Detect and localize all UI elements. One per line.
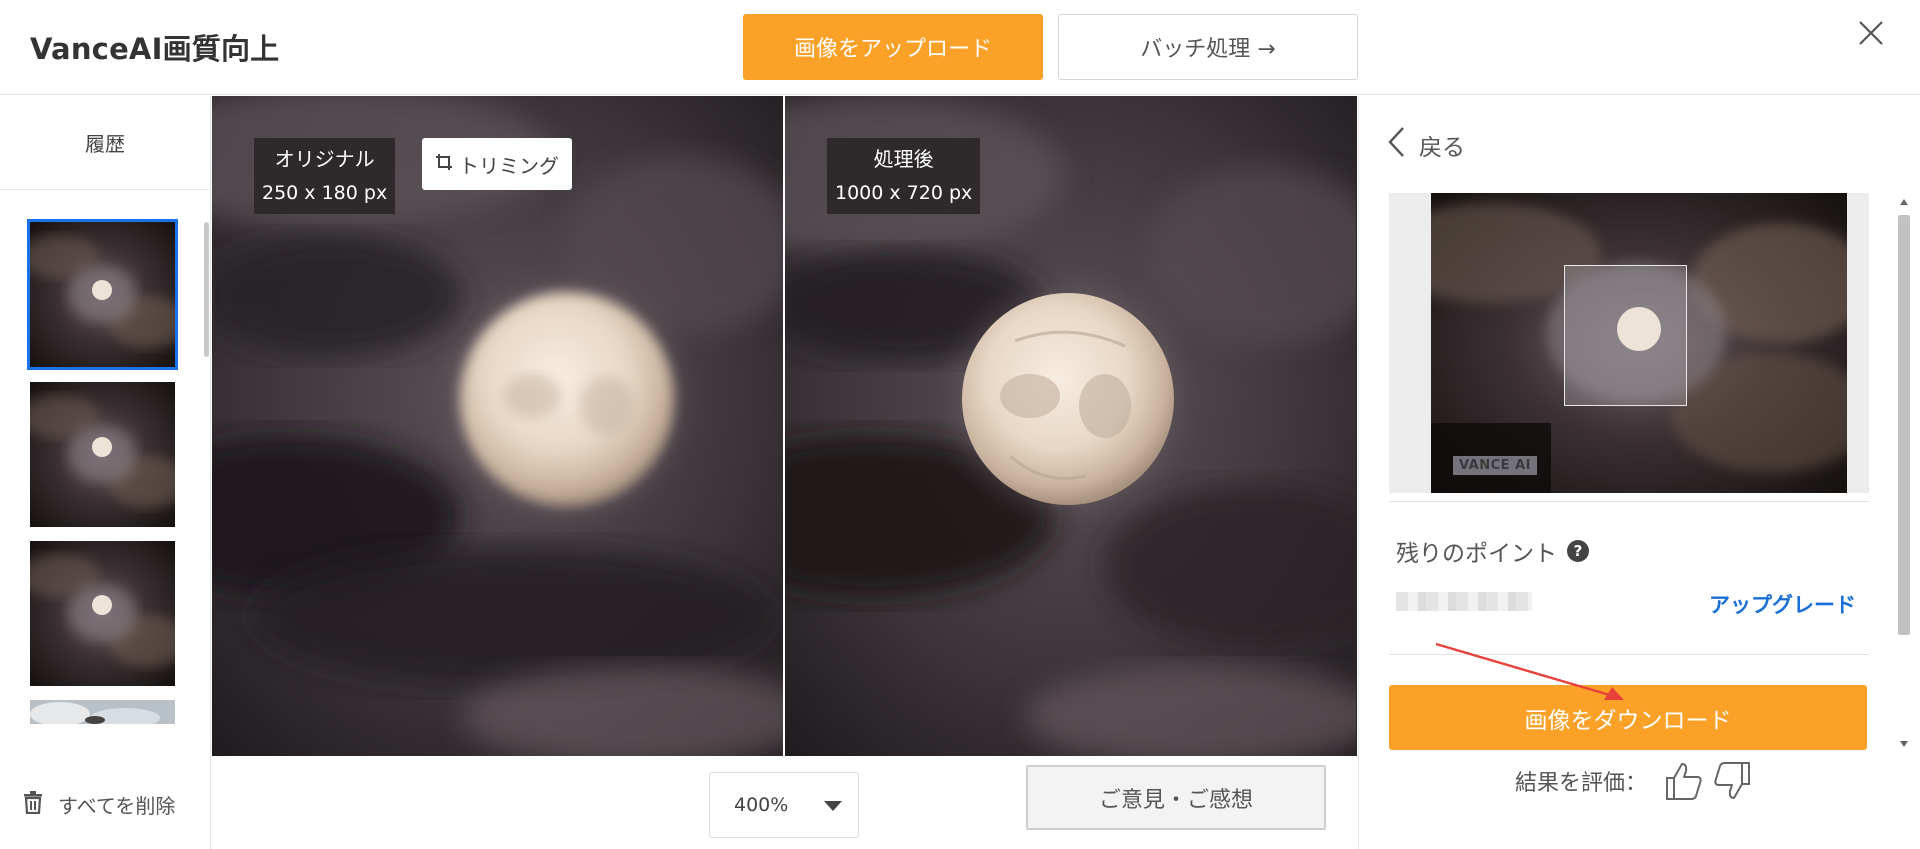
history-title: 履歴 [0, 96, 210, 190]
vanceai-watermark-text: VANCE AI [1459, 458, 1531, 473]
processed-image: 処理後 1000 x 720 px [785, 96, 1356, 756]
history-title-label: 履歴 [85, 132, 125, 156]
back-label: 戻る [1419, 135, 1465, 161]
original-size-label: オリジナル 250 x 180 px [254, 138, 396, 214]
remaining-points-value-redacted [1396, 592, 1532, 611]
download-image-button[interactable]: 画像をダウンロード [1389, 685, 1867, 750]
panel-scrollbar-thumb[interactable] [1898, 215, 1910, 635]
remaining-points-label: 残りのポイント ? [1396, 534, 1589, 568]
delete-all-button[interactable]: すべてを削除 [22, 790, 175, 819]
preview-image: VANCE AI [1431, 193, 1847, 493]
rate-label: 結果を評価： [1515, 771, 1648, 796]
help-icon[interactable]: ? [1567, 540, 1589, 562]
thumbs-down-icon[interactable] [1713, 761, 1751, 801]
processed-size: 1000 x 720 px [835, 182, 973, 204]
remaining-points-text: 残りのポイント [1396, 541, 1557, 567]
preview-navigator[interactable]: VANCE AI [1389, 193, 1869, 493]
app-title: VanceAI画質向上 [30, 32, 280, 66]
crop-label: トリミング [459, 153, 559, 178]
original-image: オリジナル 250 x 180 px トリミング [212, 96, 783, 756]
delete-all-label: すべてを削除 [58, 794, 176, 818]
compare-viewer[interactable]: オリジナル 250 x 180 px トリミング 処理後 1000 x 720 … [212, 96, 1357, 756]
history-scrollbar[interactable] [204, 222, 209, 357]
back-button[interactable]: 戻る [1387, 126, 1465, 164]
feedback-button[interactable]: ご意見・ご感想 [1026, 765, 1326, 830]
divider [1389, 654, 1869, 655]
history-thumbnail[interactable] [27, 219, 178, 370]
trash-icon [22, 790, 44, 819]
history-thumbnail[interactable] [30, 382, 175, 527]
close-icon[interactable] [1856, 18, 1886, 48]
panel-scrollbar[interactable] [1895, 193, 1913, 753]
processed-size-label: 処理後 1000 x 720 px [827, 138, 981, 214]
history-thumbnail[interactable] [30, 541, 175, 686]
vanceai-watermark: VANCE AI [1453, 456, 1537, 475]
preview-viewport-frame[interactable] [1564, 265, 1687, 406]
crop-icon [435, 152, 453, 176]
result-panel: 戻る VANCE AI 残りのポイント ? アップグレード 画像をダウンロード … [1358, 96, 1920, 849]
batch-process-button[interactable]: バッチ処理 → [1058, 14, 1358, 80]
original-label: オリジナル [274, 147, 375, 171]
zoom-value: 400% [734, 794, 789, 816]
crop-button[interactable]: トリミング [422, 138, 572, 190]
original-size: 250 x 180 px [262, 182, 388, 204]
upload-image-button[interactable]: 画像をアップロード [743, 14, 1043, 80]
divider [1389, 501, 1869, 502]
chevron-left-icon [1387, 126, 1405, 164]
processed-label: 処理後 [873, 147, 934, 171]
rate-result: 結果を評価： [1515, 761, 1751, 801]
zoom-select[interactable]: 400% [709, 772, 859, 838]
upgrade-link[interactable]: アップグレード [1709, 589, 1856, 619]
chevron-down-icon [824, 801, 842, 811]
history-thumbnail[interactable] [30, 700, 175, 724]
history-sidebar: 履歴 すべてを削除 [0, 96, 211, 849]
thumbs-up-icon[interactable] [1665, 761, 1703, 801]
top-header: VanceAI画質向上 画像をアップロード バッチ処理 → [0, 0, 1920, 95]
